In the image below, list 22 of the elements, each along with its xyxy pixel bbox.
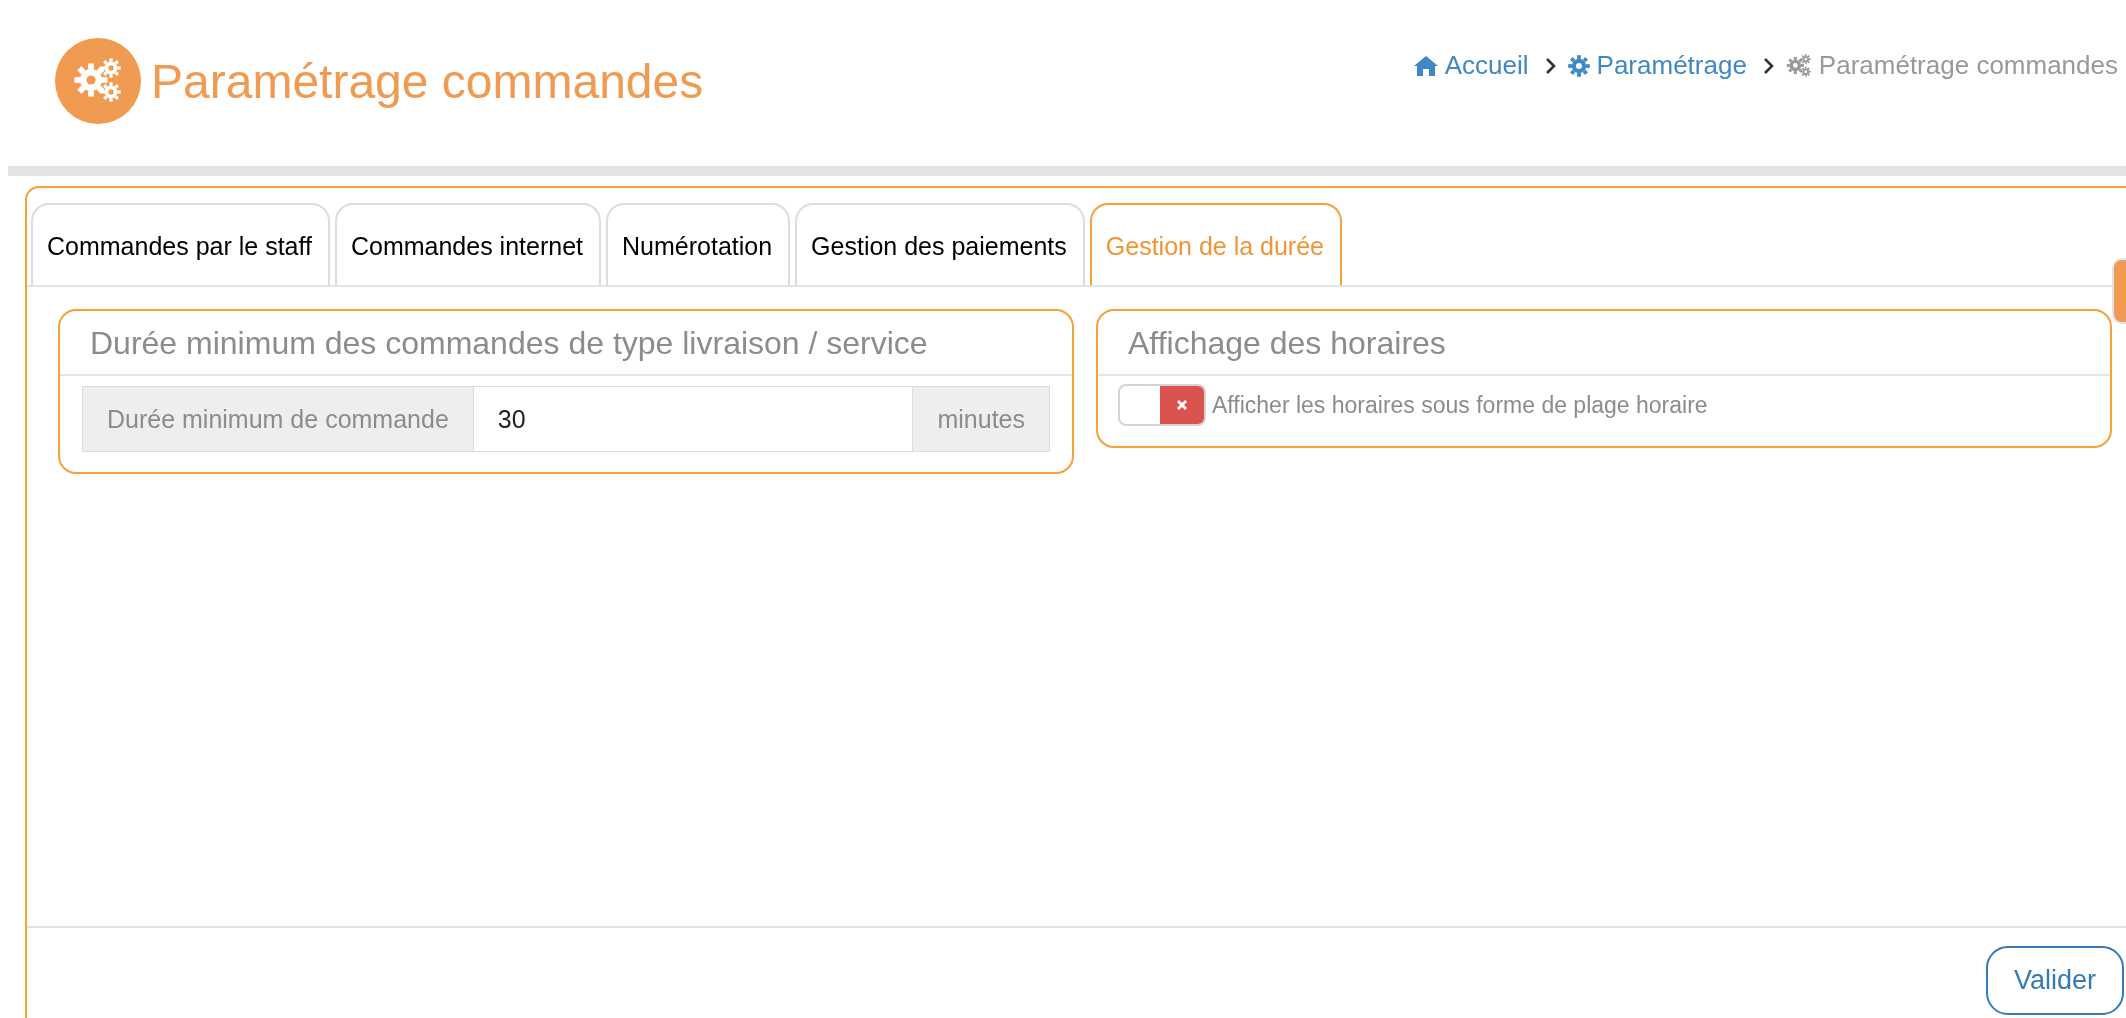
panel-title: Durée minimum des commandes de type livraison / service xyxy=(60,311,1072,376)
tab[interactable]: Commandes internet xyxy=(334,203,601,285)
breadcrumb-link[interactable]: Accueil xyxy=(1444,50,1529,81)
panel-title: Affichage des horaires xyxy=(1098,311,2110,376)
switch-label: Afficher les horaires sous forme de plage horaire xyxy=(1212,391,1708,419)
page-title: Paramétrage commandes xyxy=(151,53,704,109)
breadcrumb-link[interactable]: Paramétrage xyxy=(1596,50,1747,81)
gear-icon xyxy=(1566,53,1591,78)
gears-icon xyxy=(1784,52,1813,79)
tab[interactable]: Gestion des paiements xyxy=(795,203,1085,285)
validate-button[interactable]: Valider xyxy=(1985,946,2124,1015)
cross-icon xyxy=(1176,399,1188,411)
toggle-switch[interactable] xyxy=(1118,384,1206,426)
breadcrumb-current: Paramétrage commandes xyxy=(1818,50,2118,81)
chevron-icon xyxy=(1762,56,1775,75)
tab[interactable]: Commandes par le staff xyxy=(31,203,330,285)
unit-label: minutes xyxy=(912,386,1050,452)
field-label: Durée minimum de commande xyxy=(82,386,474,452)
input-field[interactable]: 30 xyxy=(473,386,913,452)
tab[interactable]: Numérotation xyxy=(606,203,791,285)
chevron-icon xyxy=(1544,56,1557,75)
home-icon xyxy=(1412,54,1439,77)
